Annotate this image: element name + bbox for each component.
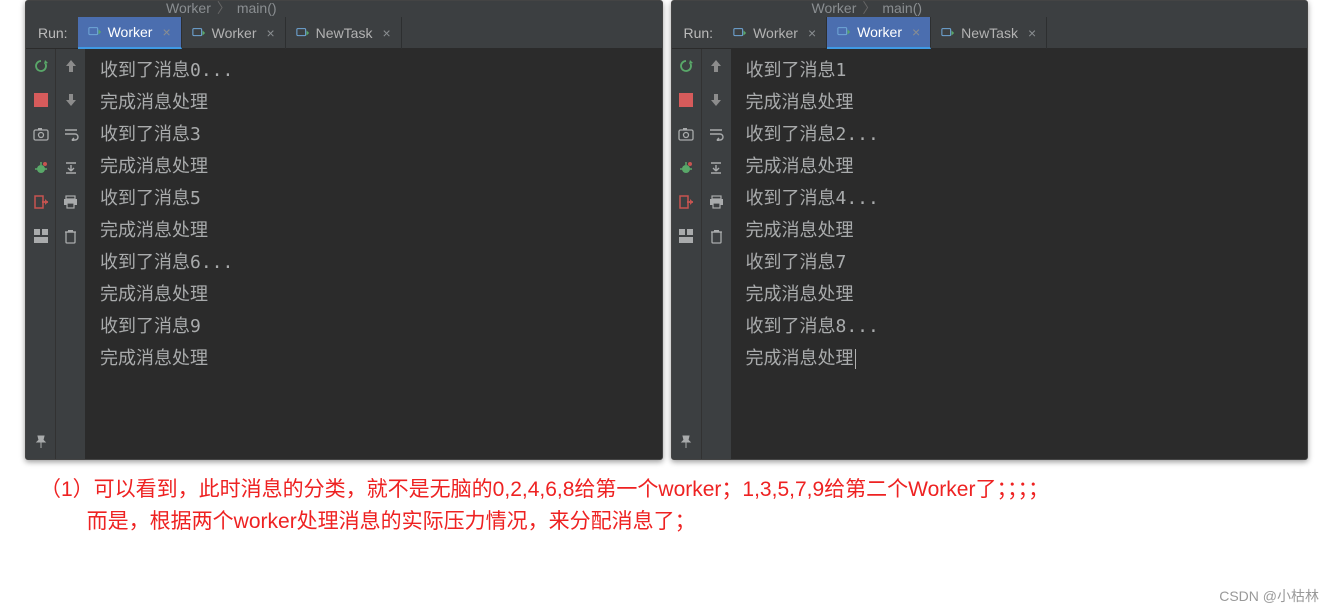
- console-line: 收到了消息0...: [100, 55, 648, 87]
- print-icon[interactable]: [704, 190, 728, 214]
- breadcrumb-item[interactable]: main(): [882, 0, 922, 16]
- close-icon[interactable]: ×: [1028, 25, 1036, 41]
- tab-label: NewTask: [961, 25, 1018, 41]
- tab-worker-2[interactable]: Worker ×: [827, 17, 931, 49]
- console-line: 完成消息处理: [100, 215, 648, 247]
- annotation-text: （1）可以看到，此时消息的分类，就不是无脑的0,2,4,6,8给第一个worke…: [0, 468, 1333, 542]
- text-caret: [855, 349, 856, 369]
- pin-icon[interactable]: [29, 430, 53, 454]
- camera-icon[interactable]: [29, 122, 53, 146]
- rerun-icon[interactable]: [29, 54, 53, 78]
- annotation-line: （1）可以看到，此时消息的分类，就不是无脑的0,2,4,6,8给第一个worke…: [40, 474, 1293, 506]
- scroll-end-icon[interactable]: [704, 156, 728, 180]
- console-output[interactable]: 收到了消息1完成消息处理收到了消息2...完成消息处理收到了消息4...完成消息…: [732, 49, 1308, 459]
- run-toolbar-2: [702, 49, 732, 459]
- exit-icon[interactable]: [674, 190, 698, 214]
- console-line: 收到了消息6...: [100, 247, 648, 279]
- console-line: 收到了消息9: [100, 311, 648, 343]
- soft-wrap-icon[interactable]: [704, 122, 728, 146]
- tab-worker-2[interactable]: Worker ×: [182, 17, 286, 49]
- console-line: 收到了消息4...: [746, 183, 1294, 215]
- layout-icon[interactable]: [674, 224, 698, 248]
- scroll-end-icon[interactable]: [59, 156, 83, 180]
- print-icon[interactable]: [59, 190, 83, 214]
- tab-label: Worker: [857, 24, 902, 40]
- tab-newtask[interactable]: NewTask ×: [931, 17, 1047, 49]
- arrow-down-icon[interactable]: [59, 88, 83, 112]
- arrow-up-icon[interactable]: [704, 54, 728, 78]
- soft-wrap-icon[interactable]: [59, 122, 83, 146]
- panels-row: Worker 〉 main() Run: Worker × Worker × N…: [0, 0, 1333, 468]
- run-config-icon: [941, 26, 955, 40]
- close-icon[interactable]: ×: [162, 24, 170, 40]
- console-line: 收到了消息8...: [746, 311, 1294, 343]
- console-line: 收到了消息7: [746, 247, 1294, 279]
- tab-newtask[interactable]: NewTask ×: [286, 17, 402, 49]
- run-config-icon: [837, 25, 851, 39]
- console-line: 完成消息处理: [100, 151, 648, 183]
- breadcrumb-item[interactable]: Worker: [812, 0, 857, 16]
- console-line: 完成消息处理: [100, 279, 648, 311]
- exit-icon[interactable]: [29, 190, 53, 214]
- console-line: 收到了消息1: [746, 55, 1294, 87]
- annotation-line: 而是，根据两个worker处理消息的实际压力情况，来分配消息了；: [40, 506, 1293, 538]
- right-panel: Worker 〉 main() Run: Worker × Worker × N…: [671, 0, 1309, 460]
- close-icon[interactable]: ×: [382, 25, 390, 41]
- run-label: Run:: [672, 25, 724, 41]
- run-config-icon: [733, 26, 747, 40]
- console-line: 完成消息处理: [746, 151, 1294, 183]
- pin-icon[interactable]: [674, 430, 698, 454]
- tab-label: Worker: [753, 25, 798, 41]
- close-icon[interactable]: ×: [266, 25, 274, 41]
- run-tool-window: 收到了消息0...完成消息处理收到了消息3完成消息处理收到了消息5完成消息处理收…: [26, 49, 662, 459]
- tab-label: Worker: [108, 24, 153, 40]
- run-tab-bar: Run: Worker × Worker × NewTask ×: [26, 17, 662, 49]
- arrow-down-icon[interactable]: [704, 88, 728, 112]
- run-toolbar-1: [26, 49, 56, 459]
- run-config-icon: [192, 26, 206, 40]
- run-config-icon: [88, 25, 102, 39]
- close-icon[interactable]: ×: [808, 25, 816, 41]
- debug-icon[interactable]: [674, 156, 698, 180]
- trash-icon[interactable]: [704, 224, 728, 248]
- run-tool-window: 收到了消息1完成消息处理收到了消息2...完成消息处理收到了消息4...完成消息…: [672, 49, 1308, 459]
- breadcrumb-separator: 〉: [217, 0, 231, 18]
- run-config-icon: [296, 26, 310, 40]
- breadcrumb-item[interactable]: main(): [237, 0, 277, 16]
- debug-icon[interactable]: [29, 156, 53, 180]
- camera-icon[interactable]: [674, 122, 698, 146]
- console-line: 完成消息处理: [746, 87, 1294, 119]
- left-panel: Worker 〉 main() Run: Worker × Worker × N…: [25, 0, 663, 460]
- console-line: 完成消息处理: [746, 215, 1294, 247]
- console-output[interactable]: 收到了消息0...完成消息处理收到了消息3完成消息处理收到了消息5完成消息处理收…: [86, 49, 662, 459]
- tab-worker-1[interactable]: Worker ×: [723, 17, 827, 49]
- console-line: 收到了消息3: [100, 119, 648, 151]
- breadcrumb: Worker 〉 main(): [26, 1, 662, 17]
- trash-icon[interactable]: [59, 224, 83, 248]
- breadcrumb: Worker 〉 main(): [672, 1, 1308, 17]
- stop-icon[interactable]: [29, 88, 53, 112]
- stop-icon[interactable]: [674, 88, 698, 112]
- run-label: Run:: [26, 25, 78, 41]
- run-toolbar-2: [56, 49, 86, 459]
- layout-icon[interactable]: [29, 224, 53, 248]
- tab-label: Worker: [212, 25, 257, 41]
- tab-label: NewTask: [316, 25, 373, 41]
- console-line: 完成消息处理: [100, 87, 648, 119]
- breadcrumb-item[interactable]: Worker: [166, 0, 211, 16]
- tab-worker-1[interactable]: Worker ×: [78, 17, 182, 49]
- console-line: 完成消息处理: [746, 279, 1294, 311]
- watermark: CSDN @小枯林: [1219, 586, 1319, 606]
- close-icon[interactable]: ×: [912, 24, 920, 40]
- arrow-up-icon[interactable]: [59, 54, 83, 78]
- run-toolbar-1: [672, 49, 702, 459]
- console-line: 完成消息处理: [746, 343, 1294, 375]
- console-line: 收到了消息5: [100, 183, 648, 215]
- breadcrumb-separator: 〉: [862, 0, 876, 18]
- console-line: 完成消息处理: [100, 343, 648, 375]
- console-line: 收到了消息2...: [746, 119, 1294, 151]
- rerun-icon[interactable]: [674, 54, 698, 78]
- run-tab-bar: Run: Worker × Worker × NewTask ×: [672, 17, 1308, 49]
